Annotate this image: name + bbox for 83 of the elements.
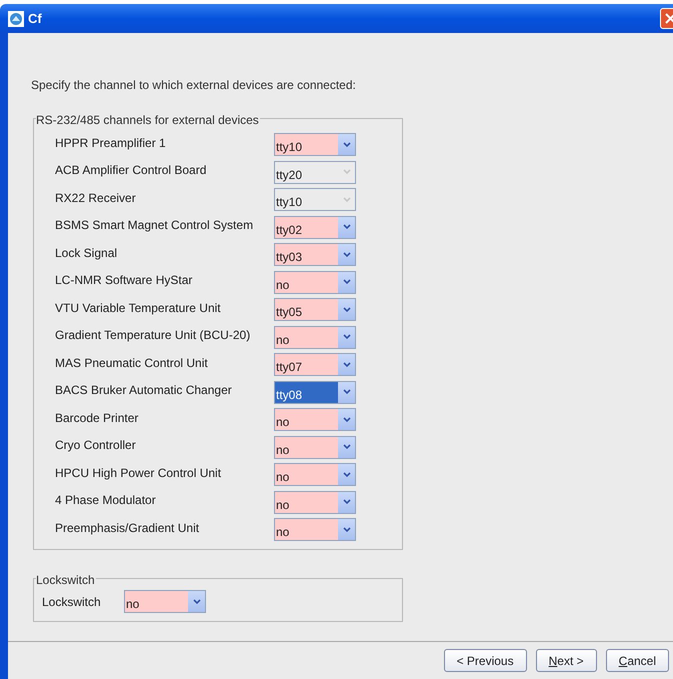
dropdown-value: tty07 [275,359,304,376]
chevron-down-icon [342,252,350,258]
close-icon [665,13,673,24]
wizard-button[interactable]: Cancel [606,649,669,672]
channel-dropdown[interactable]: tty05 [274,298,356,322]
channel-dropdown[interactable]: tty08 [274,380,356,404]
dropdown-value: tty02 [275,222,304,238]
channel-dropdown[interactable]: tty02 [274,216,356,239]
dropdown-value: tty10 [275,139,304,156]
dropdown-value: tty03 [275,249,304,266]
dropdown-value: tty10 [275,194,304,210]
lockswitch-label: Lockswitch [42,594,102,610]
channel-dropdown[interactable]: no [274,518,356,542]
chevron-down-icon [342,142,350,148]
channel-label: BSMS Smart Magnet Control System [54,217,254,234]
dropdown-value: no [125,596,140,612]
dropdown-arrow-button[interactable] [338,354,355,376]
dropdown-arrow-button[interactable] [338,244,355,266]
dropdown-value: no [275,414,290,430]
instruction-text: Specify the channel to which external devices are connected: [31,78,356,92]
dropdown-value: no [275,496,290,513]
wizard-button[interactable]: < Previous [444,649,527,672]
chevron-down-icon [342,224,350,230]
chevron-down-icon [342,472,350,478]
chevron-down-icon [342,416,350,423]
channel-dropdown[interactable]: no [274,490,356,514]
dropdown-value: no [275,524,290,540]
dropdown-arrow-button[interactable] [338,216,355,238]
channel-dropdown[interactable]: no [274,463,356,486]
channel-dropdown[interactable]: tty10 [274,133,356,156]
dropdown-arrow-button[interactable] [188,591,205,612]
dropdown-value: no [275,276,290,293]
channel-dropdown[interactable]: no [274,408,356,432]
dropdown-arrow-button[interactable] [338,382,355,403]
dropdown-arrow-button[interactable] [338,409,355,430]
channel-dropdown[interactable]: no [274,270,356,294]
channel-label: MAS Pneumatic Control Unit [54,354,209,372]
dropdown-value: no [275,469,290,486]
dropdown-arrow-button[interactable] [338,492,355,513]
channel-label: VTU Variable Temperature Unit [54,300,222,317]
channel-label: Barcode Printer [54,410,140,427]
channel-dropdown[interactable]: tty03 [274,243,356,266]
channel-label: Preemphasis/Gradient Unit [54,520,200,537]
channel-label: BACS Bruker Automatic Changer [54,382,233,400]
dropdown-arrow-button[interactable] [338,299,355,320]
chevron-down-icon [342,196,350,203]
chevron-down-icon [342,499,350,506]
chevron-down-icon [342,169,350,176]
dropdown-arrow-button[interactable] [338,134,355,156]
channel-label: 4 Phase Modulator [54,492,157,510]
channel-label: Gradient Temperature Unit (BCU-20) [54,327,252,344]
channel-dropdown[interactable]: no [274,326,356,349]
chevron-down-icon [342,362,350,368]
channel-label: RX22 Receiver [54,190,137,207]
dropdown-arrow-button[interactable] [338,519,355,540]
chevron-down-icon [342,389,350,396]
chevron-down-icon [342,279,350,286]
dropdown-value: no [275,332,290,348]
dropdown-value: tty20 [275,166,304,183]
chevron-down-icon [192,598,200,604]
dropdown-arrow-button[interactable] [338,272,355,293]
dropdown-arrow-button[interactable] [338,326,355,348]
dropdown-value: tty05 [275,304,304,320]
dropdown-value: tty08 [275,382,338,403]
dropdown-arrow-button[interactable] [338,464,355,486]
channel-dropdown[interactable]: tty07 [274,353,356,376]
channel-label: LC-NMR Software HyStar [54,272,194,290]
channel-label: Cryo Controller [54,437,137,454]
channel-label: HPCU High Power Control Unit [54,464,222,482]
channel-label: Lock Signal [54,244,118,262]
app-icon [8,10,24,26]
channel-dropdown[interactable]: no [274,436,356,459]
wizard-button[interactable]: Next > [536,649,597,672]
chevron-down-icon [342,334,350,340]
chevron-down-icon [342,444,350,450]
dropdown-value: no [275,442,290,458]
chevron-down-icon [342,306,350,313]
dropdown-arrow-button[interactable] [338,436,355,458]
chevron-down-icon [342,526,350,533]
channel-label: ACB Amplifier Control Board [54,162,208,180]
lockswitch-dropdown[interactable]: no [124,590,206,613]
window-title: Cf [28,10,42,28]
channel-label: HPPR Preamplifier 1 [54,134,167,152]
